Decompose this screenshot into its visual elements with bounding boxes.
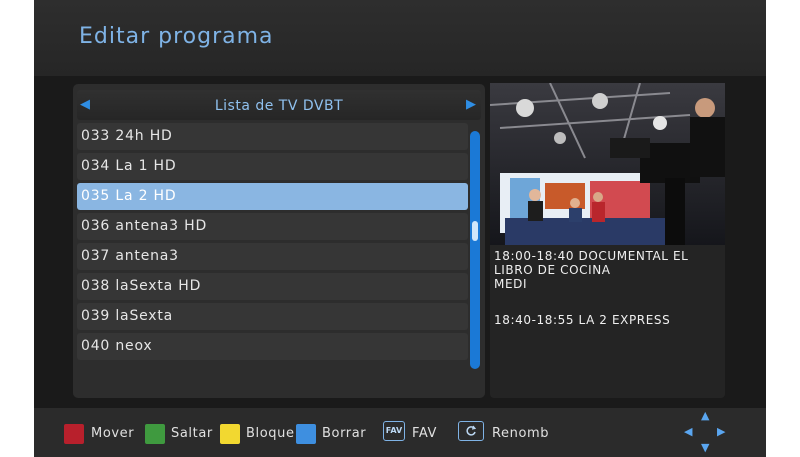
channel-row[interactable]: 037 antena3 [77, 243, 468, 270]
list-header: ◀ Lista de TV DVBT ▶ [77, 90, 481, 120]
channel-row-selected[interactable]: 035 La 2 HD [77, 183, 468, 210]
fav-label: FAV [412, 426, 438, 441]
channel-row[interactable]: 036 antena3 HD [77, 213, 468, 240]
epg-item: 18:00-18:40 DOCUMENTAL EL LIBRO DE COCIN… [494, 249, 721, 291]
tv-studio-image [490, 83, 725, 245]
epg-line: MEDI [494, 277, 528, 291]
navigation-arrows-icon: ▲ ◀ ▶ ▼ [684, 409, 726, 454]
yellow-key-icon[interactable] [220, 424, 240, 444]
channel-rows: 033 24h HD 034 La 1 HD 035 La 2 HD 036 a… [77, 123, 468, 363]
epg-line: 18:40-18:55 LA 2 EXPRESS [494, 313, 671, 327]
video-preview [490, 83, 725, 245]
blue-key-icon[interactable] [296, 424, 316, 444]
epg-info-panel: 18:00-18:40 DOCUMENTAL EL LIBRO DE COCIN… [490, 245, 725, 398]
green-key-icon[interactable] [145, 424, 165, 444]
rename-icon[interactable] [458, 421, 484, 441]
triangle-right-icon[interactable]: ▶ [466, 97, 476, 112]
tv-screen: Editar programa ◀ Lista de TV DVBT ▶ 033… [34, 0, 766, 457]
channel-row[interactable]: 038 laSexta HD [77, 273, 468, 300]
footer-key-bar: Mover Saltar Bloque Borrar FAV FAV Renom… [34, 408, 766, 457]
channel-row[interactable]: 033 24h HD [77, 123, 468, 150]
channel-row[interactable]: 040 neox [77, 333, 468, 360]
scrollbar-thumb[interactable] [472, 221, 478, 241]
borrar-label: Borrar [322, 426, 367, 441]
main-area: ◀ Lista de TV DVBT ▶ 033 24h HD 034 La 1… [34, 76, 766, 408]
epg-item: 18:40-18:55 LA 2 EXPRESS [494, 313, 721, 327]
mover-label: Mover [91, 426, 135, 441]
channel-row[interactable]: 034 La 1 HD [77, 153, 468, 180]
red-key-icon[interactable] [64, 424, 84, 444]
fav-key-icon[interactable]: FAV [383, 421, 405, 441]
saltar-label: Saltar [171, 426, 213, 441]
renomb-label: Renomb [492, 426, 550, 441]
channel-list-panel: ◀ Lista de TV DVBT ▶ 033 24h HD 034 La 1… [73, 84, 485, 398]
header: Editar programa [34, 0, 766, 76]
epg-line: LIBRO DE COCINA [494, 263, 611, 277]
scrollbar[interactable] [470, 131, 480, 369]
epg-line: 18:00-18:40 DOCUMENTAL EL [494, 249, 689, 263]
bloque-label: Bloque [246, 426, 295, 441]
page-title: Editar programa [79, 24, 274, 49]
list-title: Lista de TV DVBT [214, 98, 344, 114]
channel-row[interactable]: 039 laSexta [77, 303, 468, 330]
